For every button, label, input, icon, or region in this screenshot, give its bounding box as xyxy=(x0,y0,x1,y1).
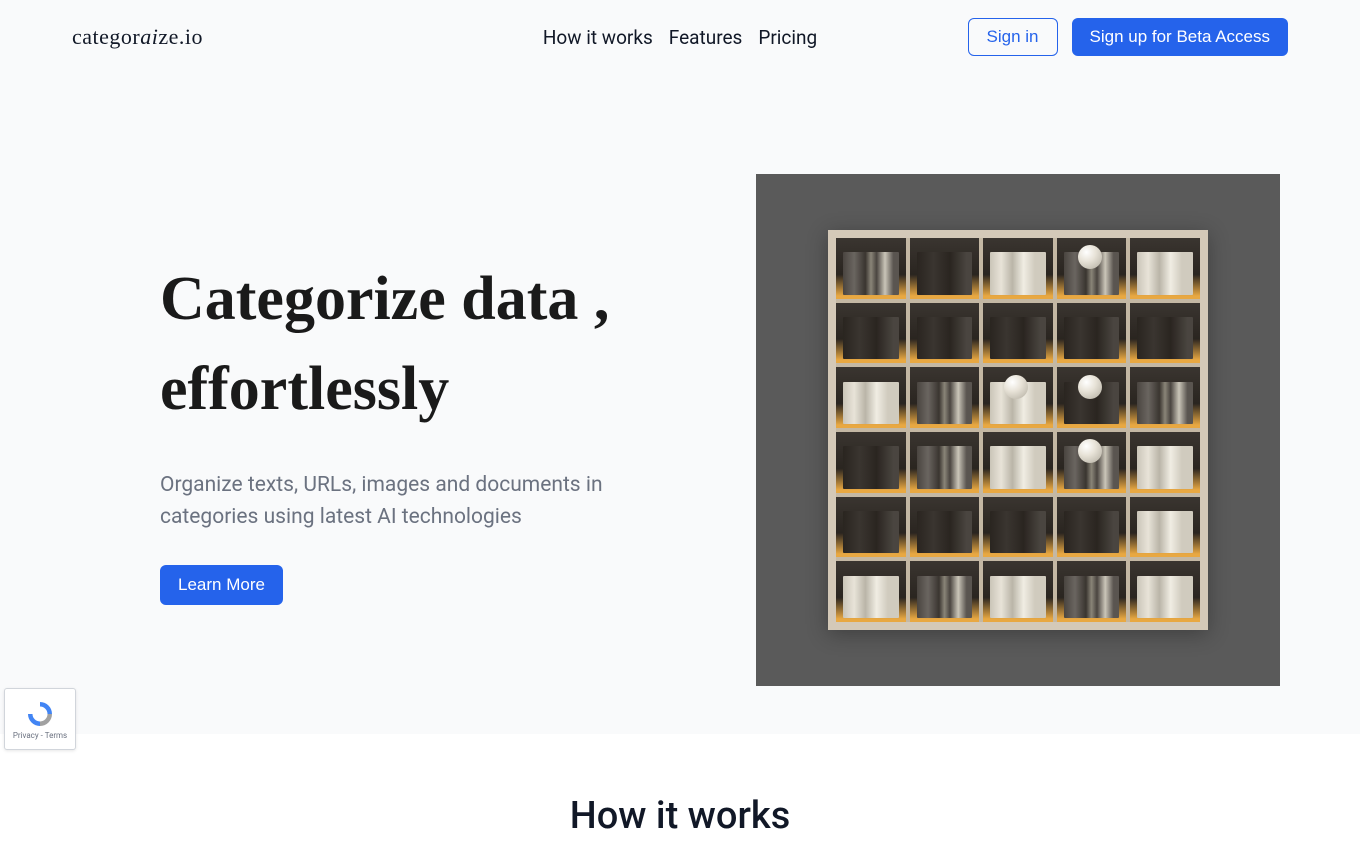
nav-pricing[interactable]: Pricing xyxy=(758,26,817,49)
logo[interactable]: categoraize.io xyxy=(72,24,203,50)
site-header: categoraize.io How it works Features Pri… xyxy=(0,0,1360,74)
section-title: How it works xyxy=(0,794,1360,838)
hero-title: Categorize data , effortlessly xyxy=(160,255,680,435)
hero-section: Categorize data , effortlessly Organize … xyxy=(70,74,1290,734)
nav-features[interactable]: Features xyxy=(669,26,743,49)
hero-text: Categorize data , effortlessly Organize … xyxy=(160,255,680,606)
header-actions: Sign in Sign up for Beta Access xyxy=(968,18,1288,56)
hero-image xyxy=(756,174,1280,686)
signup-button[interactable]: Sign up for Beta Access xyxy=(1072,18,1289,56)
how-it-works-section: How it works xyxy=(0,734,1360,848)
recaptcha-icon xyxy=(25,699,55,729)
recaptcha-links: Privacy - Terms xyxy=(13,731,67,740)
recaptcha-badge[interactable]: Privacy - Terms xyxy=(4,688,76,750)
hero-image-wrap xyxy=(756,174,1280,686)
primary-nav: How it works Features Pricing xyxy=(543,26,817,49)
signin-button[interactable]: Sign in xyxy=(968,18,1058,56)
learn-more-button[interactable]: Learn More xyxy=(160,565,283,605)
hero-subtitle: Organize texts, URLs, images and documen… xyxy=(160,470,650,533)
nav-how-it-works[interactable]: How it works xyxy=(543,26,653,49)
